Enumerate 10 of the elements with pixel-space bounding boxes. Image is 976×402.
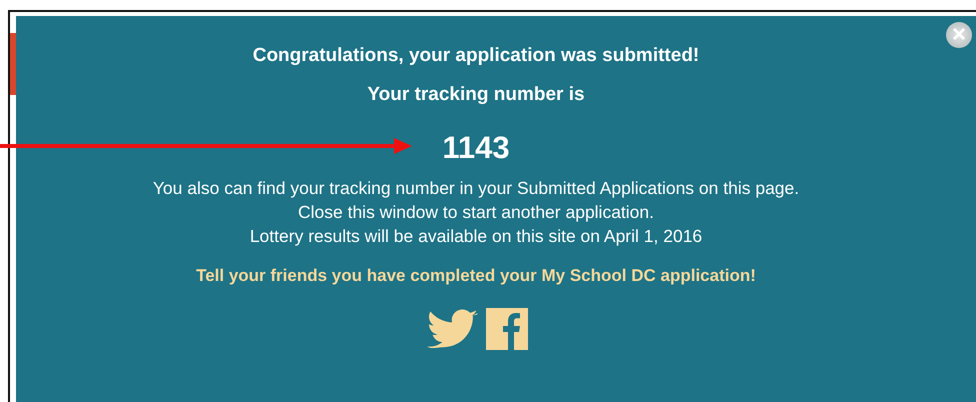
facebook-icon[interactable]: [486, 308, 528, 350]
message-text: Lottery results will be available on this site on April 1, 2016: [248, 225, 704, 248]
close-button[interactable]: ×: [946, 22, 972, 48]
message-text: You also can find your tracking number in your Submitted Applications on this page.: [152, 177, 800, 200]
page-edge-banner: [10, 33, 16, 95]
share-text: Tell your friends you have completed your My School DC application!: [195, 267, 757, 284]
tracking-number: 1143: [442, 132, 510, 163]
dialog-title: Congratulations, your application was submitted!: [252, 46, 700, 65]
message-text: Close this window to start another application.: [296, 201, 656, 224]
tracking-label: Your tracking number is: [366, 85, 586, 104]
